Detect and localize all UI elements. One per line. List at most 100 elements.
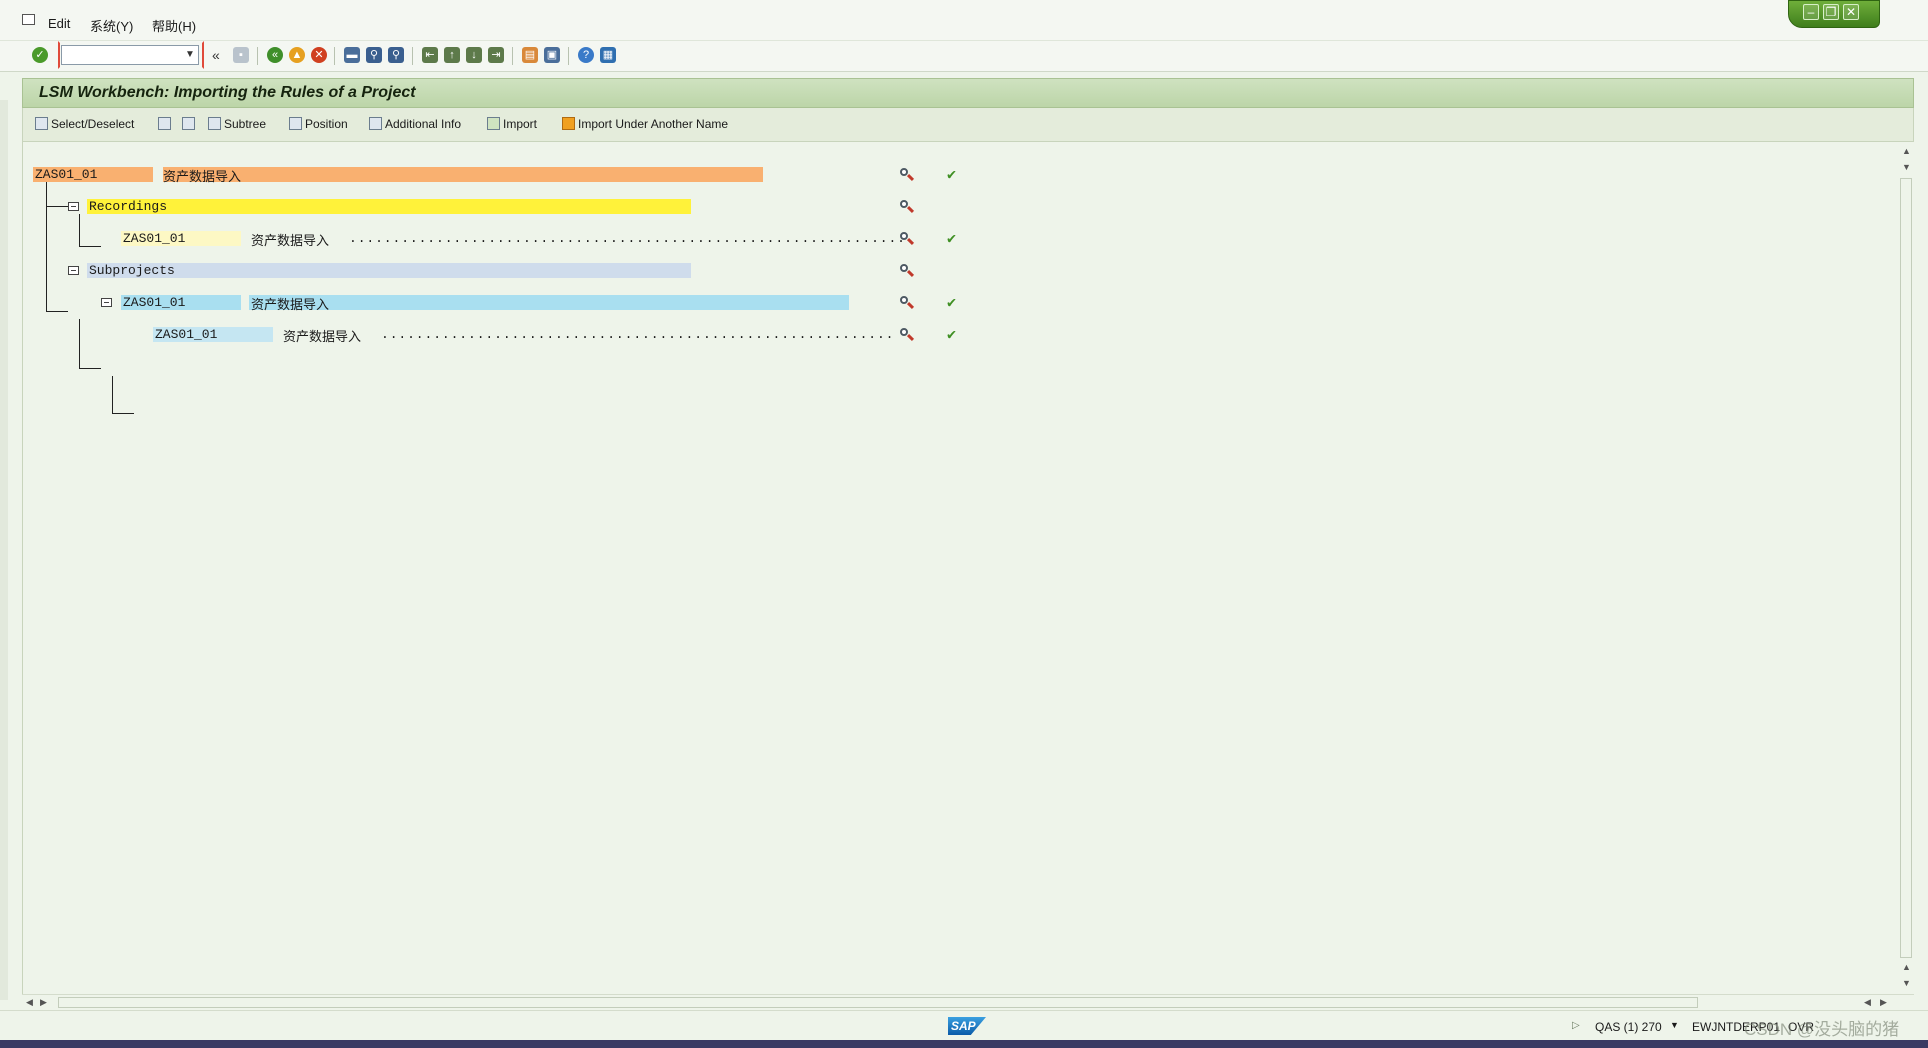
help-icon[interactable]: ? — [578, 47, 594, 63]
cancel-icon[interactable]: ✕ — [311, 47, 327, 63]
first-page-icon[interactable]: ⇤ — [422, 47, 438, 63]
expand-icon — [158, 117, 171, 130]
import-rename-icon — [562, 117, 575, 130]
import-under-another-name-label: Import Under Another Name — [578, 117, 729, 131]
import-button[interactable]: Import — [487, 117, 537, 131]
expand-all-button[interactable] — [158, 117, 174, 131]
select-deselect-button[interactable]: Select/Deselect — [35, 117, 134, 131]
find-next-icon[interactable]: ⚲ — [388, 47, 404, 63]
recording-item-detail-icon[interactable] — [899, 231, 915, 247]
close-icon[interactable]: ✕ — [1843, 4, 1859, 20]
tree-connector — [79, 368, 101, 369]
scroll-right-end-icon[interactable]: ▶ — [1880, 997, 1887, 1008]
sap-logo: SAP — [948, 1017, 986, 1035]
scroll-down-bottom-icon[interactable]: ▼ — [1902, 978, 1911, 988]
scroll-up-bottom-icon[interactable]: ▲ — [1902, 962, 1911, 972]
horizontal-scrollbar[interactable]: ◀ ▶ ◀ ▶ — [22, 994, 1914, 1011]
restore-icon[interactable]: ❐ — [1823, 4, 1839, 20]
tree-connector — [79, 319, 80, 369]
project-tree: ZAS01_01 资产数据导入 ✔ Recordings ZAS01_01 资产… — [22, 142, 1915, 994]
shortcut-icon[interactable]: ▣ — [544, 47, 560, 63]
save-icon[interactable]: ▪ — [233, 47, 249, 63]
position-label: Position — [305, 117, 348, 131]
vertical-scroll-thumb[interactable] — [1900, 178, 1912, 958]
exit-icon[interactable]: ▲ — [289, 47, 305, 63]
collapse-icon — [182, 117, 195, 130]
root-check-icon: ✔ — [947, 167, 957, 184]
recordings-detail-icon[interactable] — [899, 199, 915, 215]
print-icon[interactable]: ▬ — [344, 47, 360, 63]
toolbar-separator — [257, 47, 258, 65]
last-page-icon[interactable]: ⇥ — [488, 47, 504, 63]
position-button[interactable]: Position — [289, 117, 348, 131]
recordings-collapse-icon[interactable] — [68, 202, 79, 211]
select-deselect-label: Select/Deselect — [51, 117, 135, 131]
root-detail-icon[interactable] — [899, 167, 915, 183]
root-text-highlight — [163, 167, 763, 182]
horizontal-scroll-thumb[interactable] — [58, 997, 1698, 1008]
collapse-all-button[interactable] — [182, 117, 198, 131]
new-session-icon[interactable]: ▤ — [522, 47, 538, 63]
chevron-down-icon[interactable]: ▼ — [185, 49, 195, 60]
subproject-id[interactable]: ZAS01_01 — [123, 295, 185, 310]
menu-help[interactable]: 帮助(H) — [152, 16, 196, 35]
vertical-scrollbar[interactable]: ▲ ▼ ▲ ▼ — [1899, 142, 1914, 994]
subtree-icon — [208, 117, 221, 130]
subproject-detail-icon[interactable] — [899, 295, 915, 311]
subproject-collapse-icon[interactable] — [101, 298, 112, 307]
tree-connector — [79, 214, 80, 247]
subtree-button[interactable]: Subtree — [208, 117, 266, 131]
history-button[interactable]: « — [212, 47, 220, 63]
customize-layout-icon[interactable]: ▦ — [600, 47, 616, 63]
menu-edit[interactable]: Edit — [48, 16, 70, 31]
info-icon — [369, 117, 382, 130]
scroll-left-end-icon[interactable]: ◀ — [1864, 997, 1871, 1008]
additional-info-button[interactable]: Additional Info — [369, 117, 461, 131]
command-field[interactable] — [61, 45, 199, 65]
tree-connector — [46, 206, 68, 207]
subproject-item-id[interactable]: ZAS01_01 — [155, 327, 217, 342]
taskbar-strip — [0, 1040, 1928, 1048]
subprojects-collapse-icon[interactable] — [68, 266, 79, 275]
root-id[interactable]: ZAS01_01 — [35, 167, 97, 182]
additional-info-label: Additional Info — [385, 117, 462, 131]
menu-bar: Edit 系统(Y) 帮助(H) – ❐ ✕ — [0, 0, 1928, 41]
scroll-down-icon[interactable]: ▼ — [1902, 162, 1911, 172]
previous-page-icon[interactable]: ↑ — [444, 47, 460, 63]
select-icon — [35, 117, 48, 130]
next-page-icon[interactable]: ↓ — [466, 47, 482, 63]
subprojects-label[interactable]: Subprojects — [89, 263, 175, 278]
subprojects-highlight — [87, 263, 691, 278]
scroll-right-icon[interactable]: ▶ — [40, 997, 47, 1008]
tree-connector — [79, 246, 101, 247]
status-dropdown-icon[interactable]: ▼ — [1670, 1020, 1679, 1030]
find-icon[interactable]: ⚲ — [366, 47, 382, 63]
minimize-icon[interactable]: – — [1803, 4, 1819, 20]
menu-system[interactable]: 系统(Y) — [90, 16, 133, 35]
subproject-item-detail-icon[interactable] — [899, 327, 915, 343]
toolbar-separator — [334, 47, 335, 65]
application-toolbar: Select/Deselect Subtree Position Additio… — [22, 108, 1914, 142]
menu-doc-icon[interactable] — [22, 14, 35, 25]
status-system[interactable]: QAS (1) 270 — [1595, 1020, 1662, 1034]
scroll-left-icon[interactable]: ◀ — [26, 997, 33, 1008]
status-expand-icon[interactable]: ▷ — [1572, 1020, 1580, 1031]
recordings-highlight — [87, 199, 691, 214]
standard-toolbar: ✓ ▼ « ▪ « ▲ ✕ ▬ ⚲ ⚲ ⇤ ↑ ↓ ⇥ ▤ ▣ ? ▦ — [0, 41, 1928, 72]
recordings-label[interactable]: Recordings — [89, 199, 167, 214]
tree-connector — [46, 311, 68, 312]
subprojects-detail-icon[interactable] — [899, 263, 915, 279]
page-title: LSM Workbench: Importing the Rules of a … — [39, 84, 416, 101]
position-icon — [289, 117, 302, 130]
status-bar: SAP ▷ QAS (1) 270 ▼ EWJNTDERP01 OVR CSDN… — [0, 1010, 1928, 1041]
import-under-another-name-button[interactable]: Import Under Another Name — [562, 117, 728, 131]
subproject-item-leader: ........................................… — [381, 327, 895, 342]
window-controls: – ❐ ✕ — [1788, 0, 1880, 28]
back-icon[interactable]: « — [267, 47, 283, 63]
enter-check-icon[interactable]: ✓ — [32, 47, 48, 63]
recording-item-text: 资产数据导入 — [251, 234, 330, 249]
tree-connector — [46, 182, 47, 312]
scroll-up-icon[interactable]: ▲ — [1902, 146, 1911, 156]
recording-item-id[interactable]: ZAS01_01 — [123, 231, 185, 246]
subproject-check-icon: ✔ — [947, 295, 957, 312]
